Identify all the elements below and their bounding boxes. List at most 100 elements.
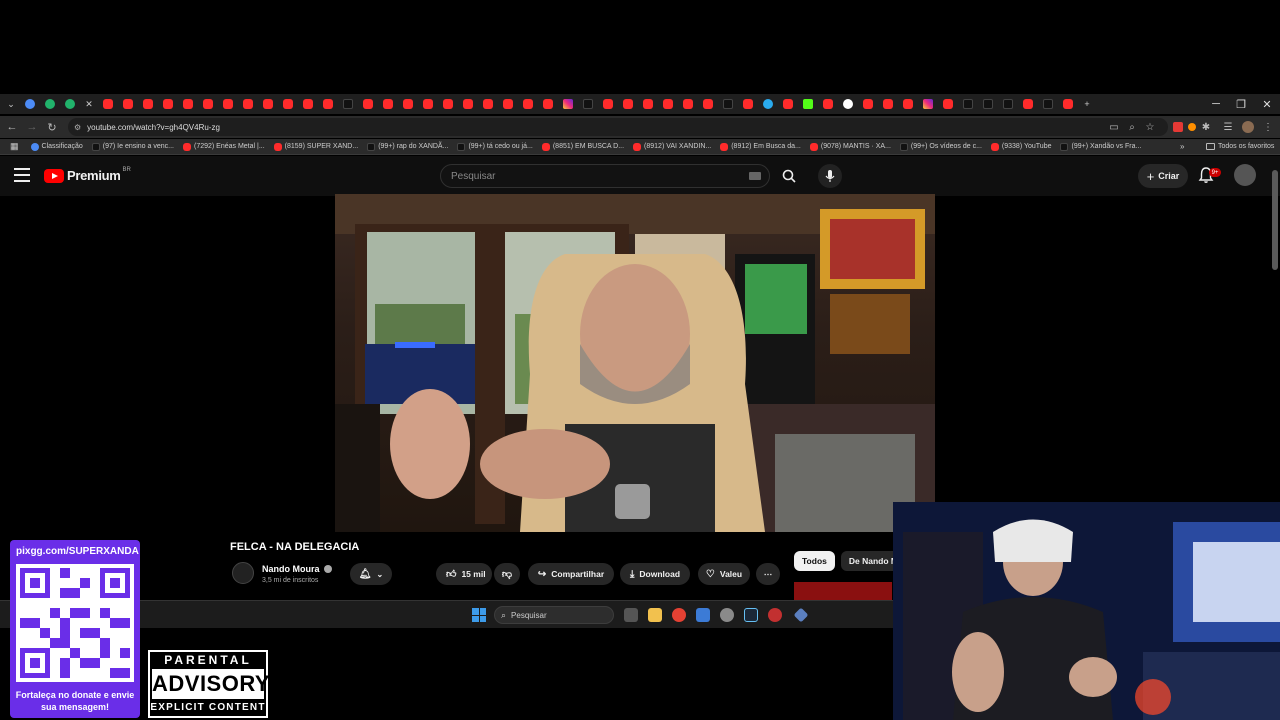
chip-all[interactable]: Todos [794, 551, 835, 571]
menu-icon[interactable] [14, 168, 30, 182]
tab-youtube[interactable] [103, 99, 113, 109]
tab-youtube[interactable] [363, 99, 373, 109]
extensions-puzzle-icon[interactable]: ✱ [1198, 119, 1214, 135]
tab-youtube[interactable] [323, 99, 333, 109]
tab-youtube[interactable] [123, 99, 133, 109]
tab-youtube[interactable] [503, 99, 513, 109]
bookmark-star-icon[interactable]: ☆ [1142, 119, 1158, 135]
bookmark-item[interactable]: (9338) YouTube [990, 142, 1051, 151]
tab-search-chevron-icon[interactable]: ⌄ [2, 96, 20, 112]
page-scrollbar[interactable] [1272, 170, 1278, 270]
tab-telegram[interactable] [763, 99, 773, 109]
download-button[interactable]: ⤓ Download [620, 563, 690, 585]
tab-youtube[interactable] [863, 99, 873, 109]
bookmark-item[interactable]: (9078) MANTIS · XA... [809, 142, 891, 151]
tab-youtube[interactable] [383, 99, 393, 109]
tab-tiktok[interactable] [963, 99, 973, 109]
bookmark-item[interactable]: (99+) Os vídeos de c... [899, 142, 982, 151]
tab-youtube[interactable] [423, 99, 433, 109]
tab-youtube[interactable] [643, 99, 653, 109]
bookmarks-overflow-icon[interactable]: » [1180, 142, 1184, 151]
tab-youtube[interactable] [783, 99, 793, 109]
tab-youtube[interactable] [443, 99, 453, 109]
cast-icon[interactable]: ▭ [1106, 119, 1122, 135]
account-avatar[interactable] [1234, 164, 1256, 186]
like-button[interactable]: 👍︎ 15 mil [436, 563, 492, 585]
bookmark-item[interactable]: (99+) tá cedo ou já... [457, 142, 533, 151]
tab-youtube[interactable] [943, 99, 953, 109]
channel-avatar[interactable] [232, 562, 254, 584]
tab-youtube[interactable] [1023, 99, 1033, 109]
channel-name-link[interactable]: Nando Moura [262, 564, 332, 574]
related-video-thumbnail[interactable] [794, 582, 892, 600]
tab-kick[interactable] [803, 99, 813, 109]
bookmark-item[interactable]: (99+) rap do XANDÃ... [367, 142, 448, 151]
bookmark-item[interactable]: (7292) Enéas Metal |... [182, 142, 265, 151]
reading-list-icon[interactable]: ☰ [1220, 119, 1236, 135]
tab-youtube[interactable] [603, 99, 613, 109]
tab-tiktok[interactable] [1003, 99, 1013, 109]
tab-tiktok[interactable] [723, 99, 733, 109]
tab-youtube[interactable] [703, 99, 713, 109]
file-explorer-icon[interactable] [648, 608, 662, 622]
keyboard-icon[interactable] [749, 172, 761, 180]
site-info-icon[interactable]: ⚙ [74, 123, 81, 132]
minimize-icon[interactable]: ─ [1204, 94, 1228, 114]
voice-search-button[interactable] [818, 164, 842, 188]
tab-youtube[interactable] [143, 99, 153, 109]
bookmark-item[interactable]: (99+) Xandão vs Fra... [1060, 142, 1141, 151]
tab-youtube[interactable] [303, 99, 313, 109]
tab-instagram[interactable] [563, 99, 573, 109]
tab-instagram[interactable] [923, 99, 933, 109]
zoom-icon[interactable]: ⌕ [1124, 119, 1140, 135]
share-button[interactable]: ↪ Compartilhar [528, 563, 614, 585]
dislike-button[interactable]: 👎︎ [494, 563, 520, 585]
tab-youtube[interactable] [263, 99, 273, 109]
tab-youtube[interactable] [823, 99, 833, 109]
tab-tiktok[interactable] [583, 99, 593, 109]
tab-google[interactable] [843, 99, 853, 109]
address-bar[interactable]: ⚙ youtube.com/watch?v=gh4QV4Ru-zg [68, 118, 1168, 136]
app-blue-icon[interactable] [696, 608, 710, 622]
windows-start-icon[interactable] [472, 608, 486, 622]
taskbar-search[interactable]: ⌕ Pesquisar [494, 606, 614, 624]
tab-youtube[interactable] [1063, 99, 1073, 109]
window-close-icon[interactable]: ✕ [1255, 94, 1279, 114]
tab-youtube[interactable] [623, 99, 633, 109]
tab-tiktok[interactable] [343, 99, 353, 109]
search-input[interactable]: Pesquisar [440, 164, 770, 188]
tab-youtube[interactable] [543, 99, 553, 109]
tab-youtube[interactable] [283, 99, 293, 109]
tab-youtube[interactable] [183, 99, 193, 109]
tab-youtube[interactable] [903, 99, 913, 109]
tab-chat[interactable] [45, 99, 55, 109]
task-view-icon[interactable] [624, 608, 638, 622]
tab-youtube[interactable] [743, 99, 753, 109]
bookmark-item[interactable]: (8159) SUPER XAND... [273, 142, 358, 151]
thanks-button[interactable]: ♡ Valeu [698, 563, 750, 585]
bookmark-item[interactable]: (97) Ie ensino a venc... [91, 142, 174, 151]
tab-youtube[interactable] [483, 99, 493, 109]
youtube-logo[interactable]: Premium BR [44, 167, 131, 183]
tab-youtube[interactable] [883, 99, 893, 109]
close-tab-icon[interactable]: ✕ [80, 96, 98, 112]
create-button[interactable]: + Criar [1138, 164, 1188, 188]
restore-icon[interactable]: ❐ [1229, 94, 1253, 114]
tab-youtube[interactable] [223, 99, 233, 109]
apps-grid-icon[interactable]: ▦ [10, 141, 19, 152]
profile-icon[interactable] [1240, 119, 1256, 135]
steam-icon[interactable] [744, 608, 758, 622]
tab-chat[interactable] [25, 99, 35, 109]
reload-icon[interactable]: ↻ [42, 117, 62, 137]
tab-tiktok[interactable] [983, 99, 993, 109]
app-diamond-icon[interactable] [793, 607, 809, 623]
bookmark-item[interactable]: (8912) Em Busca da... [720, 142, 801, 151]
back-icon[interactable]: ← [2, 117, 22, 137]
all-favorites[interactable]: Todos os favoritos [1206, 143, 1274, 150]
browser-menu-icon[interactable]: ⋮ [1260, 119, 1276, 135]
more-actions-button[interactable]: ⋯ [756, 563, 780, 585]
video-player[interactable] [335, 194, 935, 532]
settings-gear-icon[interactable] [720, 608, 734, 622]
new-tab-icon[interactable]: + [1078, 96, 1096, 112]
tab-youtube[interactable] [663, 99, 673, 109]
